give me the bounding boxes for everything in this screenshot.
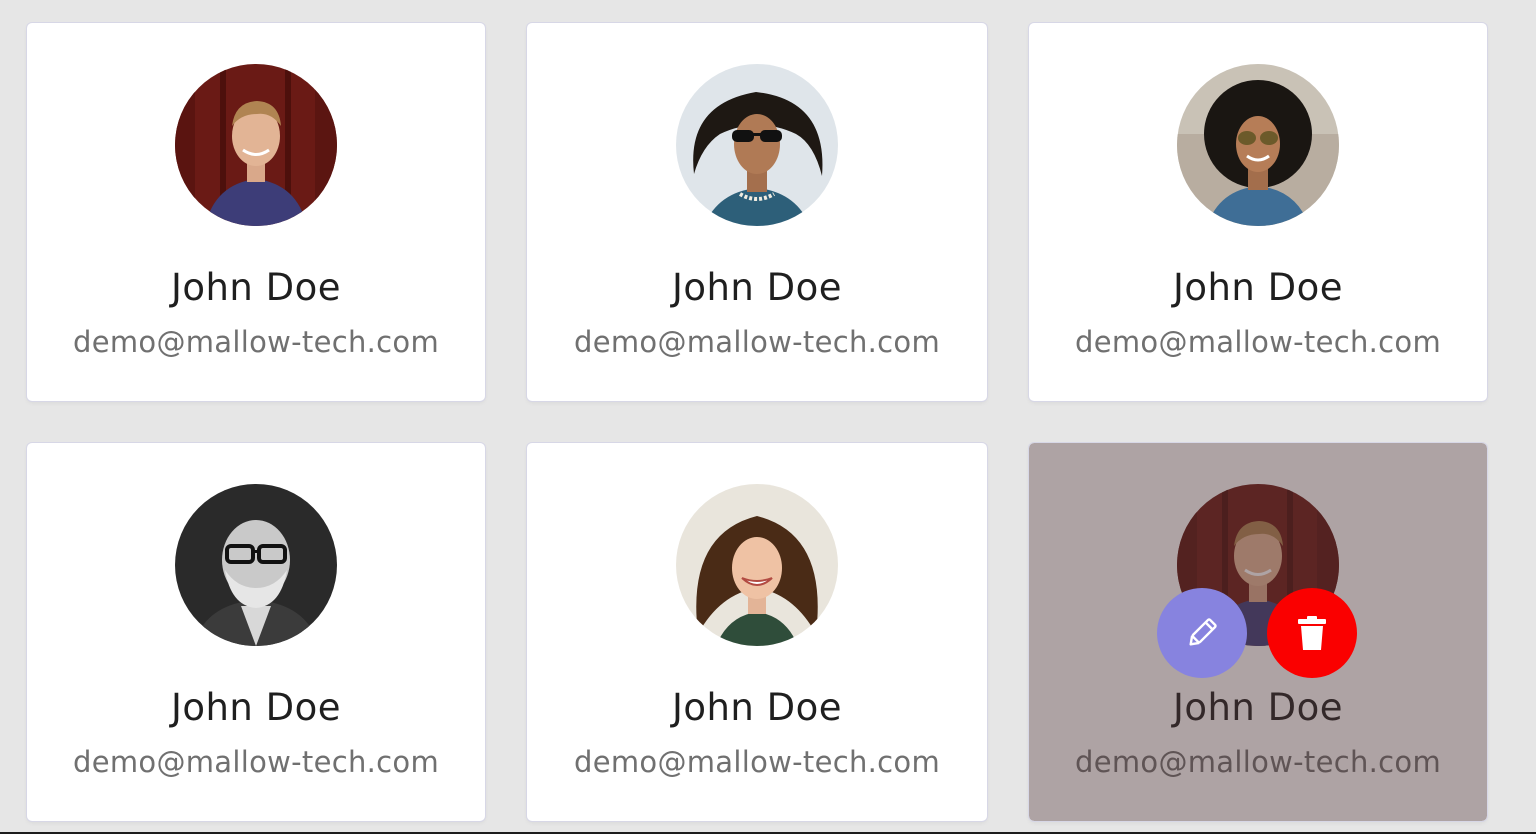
user-card[interactable]: John Doe demo@mallow-tech.com <box>527 443 987 821</box>
hover-overlay <box>1029 443 1487 821</box>
trash-icon <box>1298 616 1326 650</box>
user-card-hovered[interactable]: John Doe demo@mallow-tech.com <box>1029 443 1487 821</box>
user-email: demo@mallow-tech.com <box>574 745 940 779</box>
user-name: John Doe <box>671 266 843 309</box>
user-email: demo@mallow-tech.com <box>574 325 940 359</box>
avatar <box>676 64 838 226</box>
edit-button[interactable] <box>1157 588 1247 678</box>
avatar <box>676 484 838 646</box>
avatar <box>1177 64 1339 226</box>
avatar <box>175 484 337 646</box>
user-name: John Doe <box>671 686 843 729</box>
user-email: demo@mallow-tech.com <box>1075 325 1441 359</box>
user-name: John Doe <box>1172 266 1344 309</box>
user-email: demo@mallow-tech.com <box>73 325 439 359</box>
user-card[interactable]: John Doe demo@mallow-tech.com <box>27 443 485 821</box>
user-email: demo@mallow-tech.com <box>73 745 439 779</box>
avatar <box>175 64 337 226</box>
user-card[interactable]: John Doe demo@mallow-tech.com <box>27 23 485 401</box>
user-card[interactable]: John Doe demo@mallow-tech.com <box>527 23 987 401</box>
pencil-icon <box>1189 618 1217 646</box>
delete-button[interactable] <box>1267 588 1357 678</box>
user-card[interactable]: John Doe demo@mallow-tech.com <box>1029 23 1487 401</box>
user-name: John Doe <box>170 686 342 729</box>
user-card-grid: John Doe demo@mallow-tech.com John Doe d… <box>0 0 1536 834</box>
user-name: John Doe <box>170 266 342 309</box>
